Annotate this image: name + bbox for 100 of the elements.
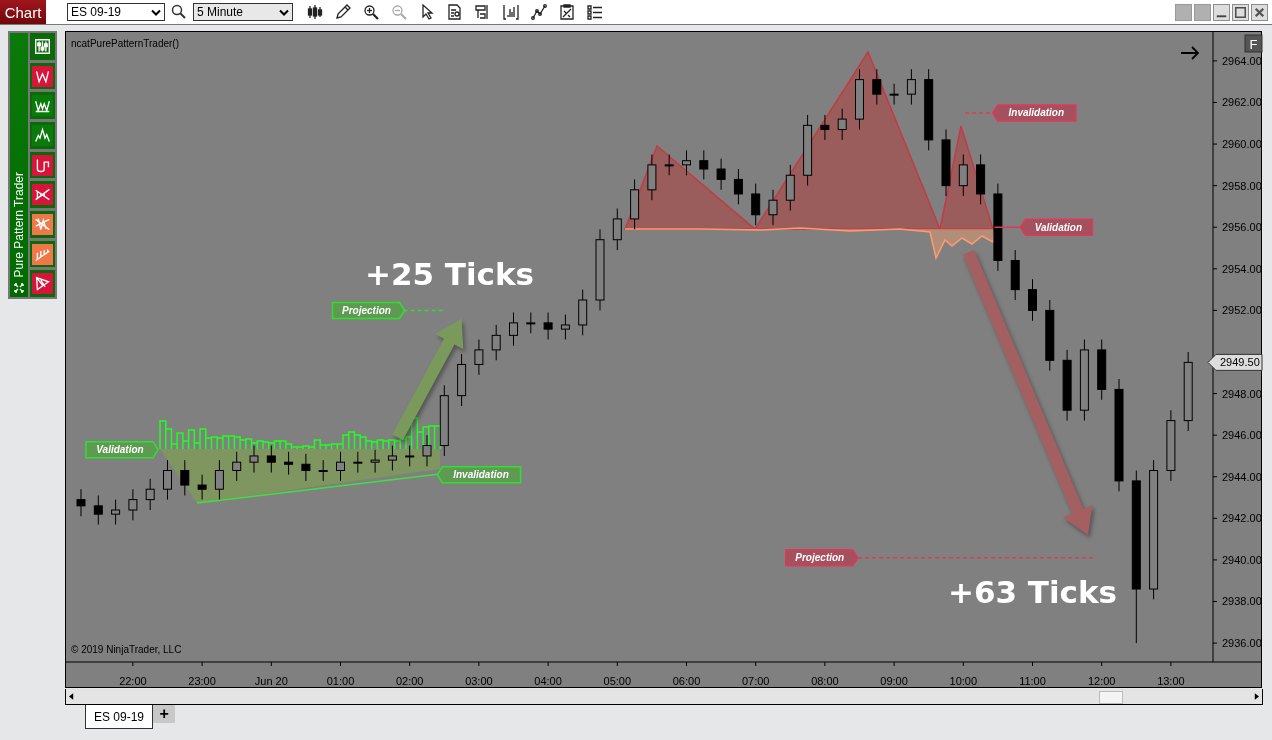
arrow-icon[interactable] bbox=[1180, 46, 1200, 60]
candle bbox=[301, 453, 311, 482]
price-marker: 2949.50 bbox=[1207, 353, 1263, 371]
candle bbox=[785, 164, 795, 212]
caret-icon bbox=[151, 8, 161, 16]
candle bbox=[405, 445, 415, 467]
scrollbar[interactable] bbox=[65, 689, 1263, 705]
minimize-icon[interactable] bbox=[1213, 3, 1230, 21]
x-axis-label: 12:00 bbox=[1087, 675, 1116, 687]
candle bbox=[370, 449, 380, 474]
candle bbox=[889, 83, 899, 106]
candle bbox=[630, 178, 640, 230]
x-axis-label: 07:00 bbox=[741, 675, 770, 687]
y-axis-label: 2956.00 bbox=[1222, 221, 1262, 234]
candle bbox=[474, 339, 484, 376]
head-shoulders-button[interactable] bbox=[32, 124, 53, 146]
candle bbox=[855, 68, 864, 130]
candle bbox=[457, 353, 467, 407]
candle bbox=[682, 149, 691, 176]
candle bbox=[560, 314, 570, 340]
butterfly-button[interactable] bbox=[32, 273, 53, 295]
candle bbox=[612, 208, 622, 251]
candle bbox=[318, 459, 328, 482]
y-axis-label: 2940.00 bbox=[1222, 553, 1262, 566]
x-axis-label: 10:00 bbox=[949, 675, 978, 687]
candle bbox=[249, 445, 259, 474]
annotation: Invalidation bbox=[453, 469, 509, 481]
properties-icon[interactable] bbox=[475, 4, 491, 20]
x-axis-label: 01:00 bbox=[326, 675, 355, 687]
candle bbox=[1097, 339, 1107, 401]
add-tab-button[interactable]: + bbox=[153, 705, 176, 723]
candle bbox=[163, 459, 172, 501]
pattern-label: Validation bbox=[1019, 218, 1094, 236]
candle bbox=[578, 289, 588, 336]
y-axis-label: 2954.00 bbox=[1222, 262, 1262, 275]
x-axis-label: 04:00 bbox=[534, 675, 562, 687]
pencil-icon[interactable] bbox=[335, 4, 351, 20]
sidebar-title: Pure Pattern Trader bbox=[12, 171, 26, 277]
flag-button[interactable] bbox=[32, 243, 53, 265]
candle bbox=[647, 153, 657, 201]
close-icon[interactable] bbox=[1251, 3, 1268, 21]
copyright-text: © 2019 NinjaTrader, LLC bbox=[71, 644, 182, 655]
caret-icon bbox=[279, 8, 289, 16]
head-shoulders-icon bbox=[34, 126, 51, 144]
candle bbox=[733, 168, 743, 205]
data-box-icon[interactable] bbox=[447, 4, 463, 20]
x-axis-label: 23:00 bbox=[188, 675, 216, 687]
list-icon[interactable] bbox=[587, 4, 603, 20]
candle bbox=[387, 445, 397, 471]
scroll-right-icon[interactable] bbox=[1254, 693, 1259, 700]
search-icon[interactable] bbox=[171, 4, 187, 20]
y-axis-label: 2958.00 bbox=[1222, 179, 1262, 192]
double-top-button[interactable] bbox=[32, 65, 53, 87]
y-axis-label: 2944.00 bbox=[1222, 470, 1262, 483]
scroll-thumb[interactable] bbox=[1099, 691, 1123, 704]
chart-tab[interactable]: ES 09-19 bbox=[85, 705, 154, 729]
candle bbox=[1010, 249, 1020, 301]
candle bbox=[232, 451, 242, 482]
window-button[interactable] bbox=[1175, 3, 1192, 21]
expand-icon[interactable] bbox=[14, 283, 24, 293]
candle bbox=[284, 451, 294, 476]
leader-line bbox=[993, 226, 1022, 228]
wedge-button[interactable] bbox=[32, 213, 53, 235]
candle bbox=[820, 114, 830, 141]
annotation: Validation bbox=[96, 444, 144, 456]
indicators-icon[interactable] bbox=[503, 4, 519, 20]
candle bbox=[716, 158, 726, 191]
double-bottom-button[interactable] bbox=[32, 95, 53, 117]
candle bbox=[266, 445, 276, 474]
pattern-label: Projection bbox=[331, 301, 406, 320]
f-button[interactable]: F bbox=[1244, 34, 1263, 53]
y-axis-label: 2946.00 bbox=[1222, 429, 1262, 442]
instrument-select[interactable]: ES 09-19 bbox=[67, 3, 165, 21]
triangle-button[interactable] bbox=[32, 184, 53, 206]
x-axis-label: 13:00 bbox=[1157, 675, 1185, 687]
y-axis-label: 2948.00 bbox=[1222, 387, 1262, 400]
candle bbox=[768, 189, 778, 226]
wedge-icon bbox=[34, 215, 51, 233]
ticks-label: +25 Ticks bbox=[364, 256, 535, 293]
interval-select[interactable]: 5 Minute bbox=[193, 3, 293, 21]
strategies-icon[interactable] bbox=[531, 4, 547, 20]
maximize-icon[interactable] bbox=[1232, 3, 1249, 21]
x-axis-label: 03:00 bbox=[465, 675, 493, 687]
annotation: Invalidation bbox=[1008, 107, 1065, 119]
zoom-in-icon[interactable] bbox=[363, 4, 379, 20]
pointer-icon[interactable] bbox=[419, 4, 435, 20]
y-axis-label: 2936.00 bbox=[1222, 637, 1262, 650]
pattern-label: Invalidation bbox=[991, 104, 1077, 122]
x-axis-label: 02:00 bbox=[395, 675, 424, 687]
leader-line bbox=[403, 309, 444, 312]
chart-button[interactable]: Chart bbox=[0, 0, 46, 24]
candle bbox=[180, 459, 190, 496]
templates-icon[interactable] bbox=[559, 4, 575, 20]
x-axis-label: 11:00 bbox=[1019, 675, 1046, 687]
scroll-left-icon[interactable] bbox=[69, 693, 74, 700]
candle bbox=[145, 478, 155, 511]
x-axis-label: 22:00 bbox=[119, 675, 147, 687]
cup-button[interactable] bbox=[32, 154, 53, 176]
candles-icon[interactable] bbox=[307, 4, 323, 20]
candle bbox=[872, 68, 882, 106]
